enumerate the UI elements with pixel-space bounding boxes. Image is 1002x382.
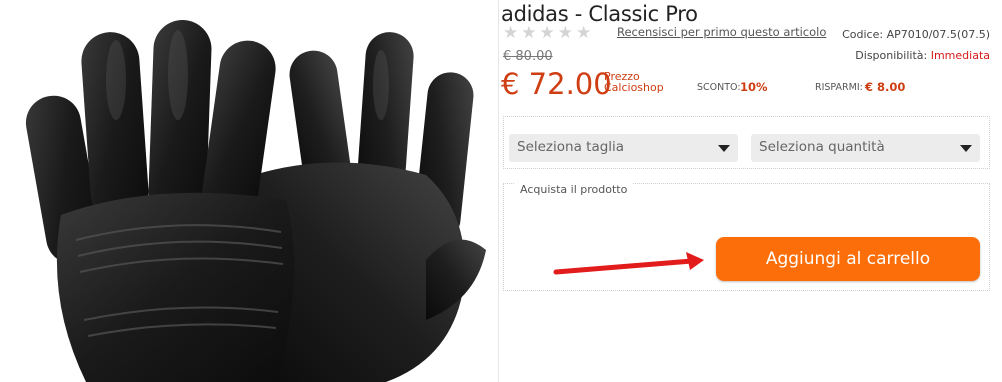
product-image[interactable] (6, 0, 499, 382)
red-arrow-annotation (553, 252, 704, 275)
options-panel: Seleziona taglia Seleziona quantità (503, 116, 990, 169)
star-icon[interactable]: ★ (540, 25, 555, 42)
savings-label: RISPARMI: (815, 82, 863, 93)
product-code: Codice: AP7010/07.5(07.5) (842, 28, 990, 41)
quantity-select-label: Seleziona quantità (759, 139, 885, 155)
rating-stars[interactable]: ★ ★ ★ ★ ★ (503, 25, 591, 42)
price-note: Prezzo Calcioshop (604, 71, 664, 93)
discount-label: SCONTO: (697, 82, 741, 93)
add-to-cart-button[interactable]: Aggiungi al carrello (716, 237, 980, 281)
dropdown-arrow-icon (960, 145, 972, 152)
availability: Disponibilità: Immediata (855, 49, 990, 62)
product-code-value: AP7010/07.5(07.5) (886, 28, 990, 41)
availability-value: Immediata (930, 49, 990, 62)
availability-label: Disponibilità: (855, 49, 928, 62)
product-code-label: Codice: (842, 28, 884, 41)
goalkeeper-gloves-image (25, 20, 486, 382)
size-select[interactable]: Seleziona taglia (509, 134, 738, 162)
star-icon[interactable]: ★ (558, 25, 573, 42)
discount-value: 10% (740, 80, 768, 94)
size-select-label: Seleziona taglia (517, 139, 625, 155)
current-price: € 72.00 (501, 67, 612, 101)
price-note-line2: Calcioshop (604, 81, 664, 94)
write-review-link[interactable]: Recensisci per primo questo articolo (617, 25, 826, 39)
savings-value: € 8.00 (865, 80, 906, 94)
dropdown-arrow-icon (718, 145, 730, 152)
star-icon[interactable]: ★ (521, 25, 536, 42)
quantity-select[interactable]: Seleziona quantità (751, 134, 980, 162)
purchase-section-label: Acquista il prodotto (514, 183, 634, 196)
star-icon[interactable]: ★ (503, 25, 518, 42)
old-price: € 80.00 (503, 49, 553, 64)
star-icon[interactable]: ★ (576, 25, 591, 42)
